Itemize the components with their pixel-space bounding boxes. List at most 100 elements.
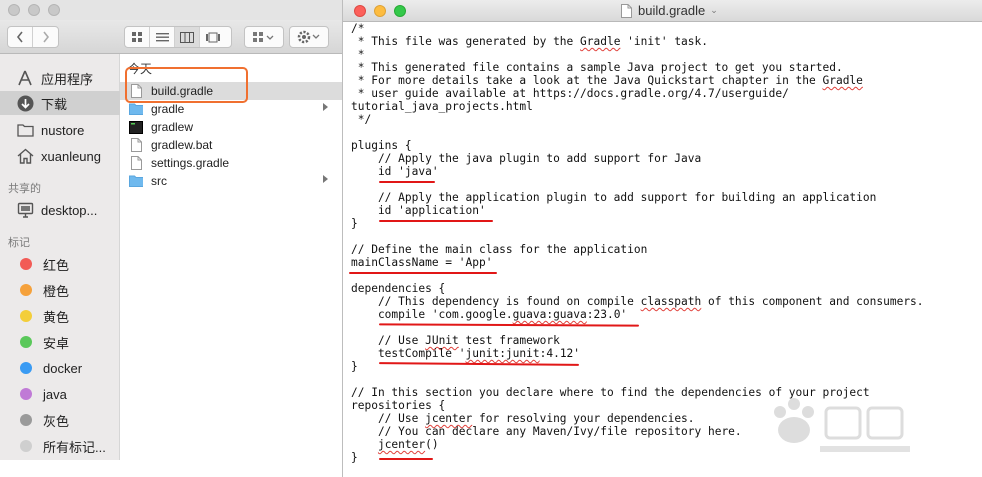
sidebar-tag-item[interactable]: 橙色 <box>0 278 120 302</box>
group-icon <box>253 32 274 42</box>
annotation-underline <box>379 458 433 460</box>
sidebar-tag-item[interactable]: 黄色 <box>0 304 120 328</box>
sidebar-section-shared: 共享的 <box>8 183 41 195</box>
file-name: settings.gradle <box>151 156 230 170</box>
tag-color-dot-icon <box>20 440 32 452</box>
finder-zoom-button[interactable] <box>48 4 60 16</box>
file-name: gradlew.bat <box>151 138 213 152</box>
terminal-icon <box>129 120 143 134</box>
file-row[interactable]: gradlew.bat <box>120 136 345 154</box>
sidebar-tag-item[interactable]: java <box>0 382 120 406</box>
list-icon <box>155 32 169 41</box>
back-button[interactable] <box>8 27 33 47</box>
code-line: plugins { <box>351 139 412 152</box>
code-line: tutorial_java_projects.html <box>351 100 533 113</box>
sidebar-tag-label: 灰色 <box>43 413 70 429</box>
disclosure-arrow-icon[interactable] <box>323 175 328 183</box>
computer-icon <box>16 201 34 219</box>
sidebar-section-tags: 标记 <box>8 237 30 249</box>
sidebar-tag-label: docker <box>43 360 83 376</box>
folder-icon <box>16 121 34 139</box>
sidebar-item-label: nustore <box>41 122 85 138</box>
editor-minimize-button[interactable] <box>374 5 386 17</box>
applications-icon <box>16 69 34 87</box>
code-line: // Define the main class for the applica… <box>351 243 648 256</box>
sidebar-tag-label: java <box>43 386 67 402</box>
file-row[interactable]: gradlew <box>120 118 345 136</box>
code-line: id 'application' <box>351 204 486 217</box>
code-line: // Use JUnit test framework <box>351 334 560 347</box>
code-line: mainClassName = 'App' <box>351 256 493 269</box>
icon-view-button[interactable] <box>125 27 150 47</box>
sidebar-item-downloads[interactable]: 下载 <box>0 91 120 115</box>
code-line: * This file was generated by the Gradle … <box>351 35 708 48</box>
sidebar-tag-item[interactable]: 红色 <box>0 252 120 276</box>
group-by-button[interactable] <box>244 26 284 48</box>
finder-toolbar <box>0 20 345 54</box>
editor-title[interactable]: build.gradle ⌄ <box>621 3 718 18</box>
finder-titlebar <box>0 0 345 20</box>
code-line: id 'java' <box>351 165 439 178</box>
chevron-down-icon[interactable]: ⌄ <box>710 5 718 16</box>
file-row[interactable]: src <box>120 172 345 190</box>
document-icon <box>621 3 632 18</box>
code-line: compile 'com.google.guava:guava:23.0' <box>351 308 628 321</box>
chevron-right-icon <box>42 31 49 43</box>
grid-icon <box>132 32 142 42</box>
list-view-button[interactable] <box>150 27 175 47</box>
sidebar-tag-item[interactable]: 安卓 <box>0 330 120 354</box>
sidebar-tag-item[interactable]: docker <box>0 356 120 380</box>
editor-title-text: build.gradle <box>638 3 706 18</box>
code-line: } <box>351 451 358 464</box>
editor-zoom-button[interactable] <box>394 5 406 17</box>
file-row[interactable]: settings.gradle <box>120 154 345 172</box>
forward-button[interactable] <box>33 27 58 47</box>
code-line: // Use jcenter for resolving your depend… <box>351 412 695 425</box>
code-line: // Apply the java plugin to add support … <box>351 152 702 165</box>
code-line: // Apply the application plugin to add s… <box>351 191 877 204</box>
sidebar-item-desktop[interactable]: desktop... <box>0 198 120 222</box>
editor-titlebar: build.gradle ⌄ <box>343 0 982 22</box>
sidebar-tag-item[interactable]: 所有标记... <box>0 434 120 458</box>
finder-window: 应用程序 下载 nustore xuanleung 共享的 desktop...… <box>0 0 346 460</box>
columns-icon <box>180 31 194 43</box>
editor-close-button[interactable] <box>354 5 366 17</box>
code-line: // You can declare any Maven/Ivy/file re… <box>351 425 742 438</box>
home-icon <box>16 147 34 165</box>
tag-color-dot-icon <box>20 414 32 426</box>
watermark-logo-icon <box>774 398 910 452</box>
sidebar-tag-item[interactable]: 灰色 <box>0 408 120 432</box>
code-line: } <box>351 217 358 230</box>
gallery-view-button[interactable] <box>200 27 225 47</box>
code-line: } <box>351 360 358 373</box>
folder-icon <box>129 174 143 188</box>
code-line: repositories { <box>351 399 446 412</box>
file-name: gradle <box>151 102 185 116</box>
code-line: // This dependency is found on compile c… <box>351 295 924 308</box>
finder-close-button[interactable] <box>8 4 20 16</box>
chevron-left-icon <box>16 31 23 43</box>
sidebar-item-applications[interactable]: 应用程序 <box>0 66 120 90</box>
sidebar-tag-label: 所有标记... <box>43 439 106 455</box>
action-button[interactable] <box>289 26 329 48</box>
sidebar-item-nustore[interactable]: nustore <box>0 118 120 142</box>
finder-minimize-button[interactable] <box>28 4 40 16</box>
file-name: gradlew <box>151 120 194 134</box>
document-icon <box>129 156 143 170</box>
sidebar-item-label: desktop... <box>41 202 98 218</box>
gallery-icon <box>205 32 220 42</box>
view-mode-buttons <box>124 26 232 48</box>
sidebar-tag-label: 安卓 <box>43 335 70 351</box>
tag-color-dot-icon <box>20 258 32 270</box>
code-line: dependencies { <box>351 282 446 295</box>
nav-buttons <box>7 26 59 48</box>
tag-color-dot-icon <box>20 310 32 322</box>
file-highlight-annotation <box>125 67 248 103</box>
code-line: * This generated file contains a sample … <box>351 61 843 74</box>
column-view-button[interactable] <box>175 27 200 47</box>
sidebar-item-home[interactable]: xuanleung <box>0 144 120 168</box>
tag-color-dot-icon <box>20 388 32 400</box>
folder-icon <box>129 102 143 116</box>
disclosure-arrow-icon[interactable] <box>323 103 328 111</box>
finder-sidebar: 应用程序 下载 nustore xuanleung 共享的 desktop...… <box>0 54 120 460</box>
